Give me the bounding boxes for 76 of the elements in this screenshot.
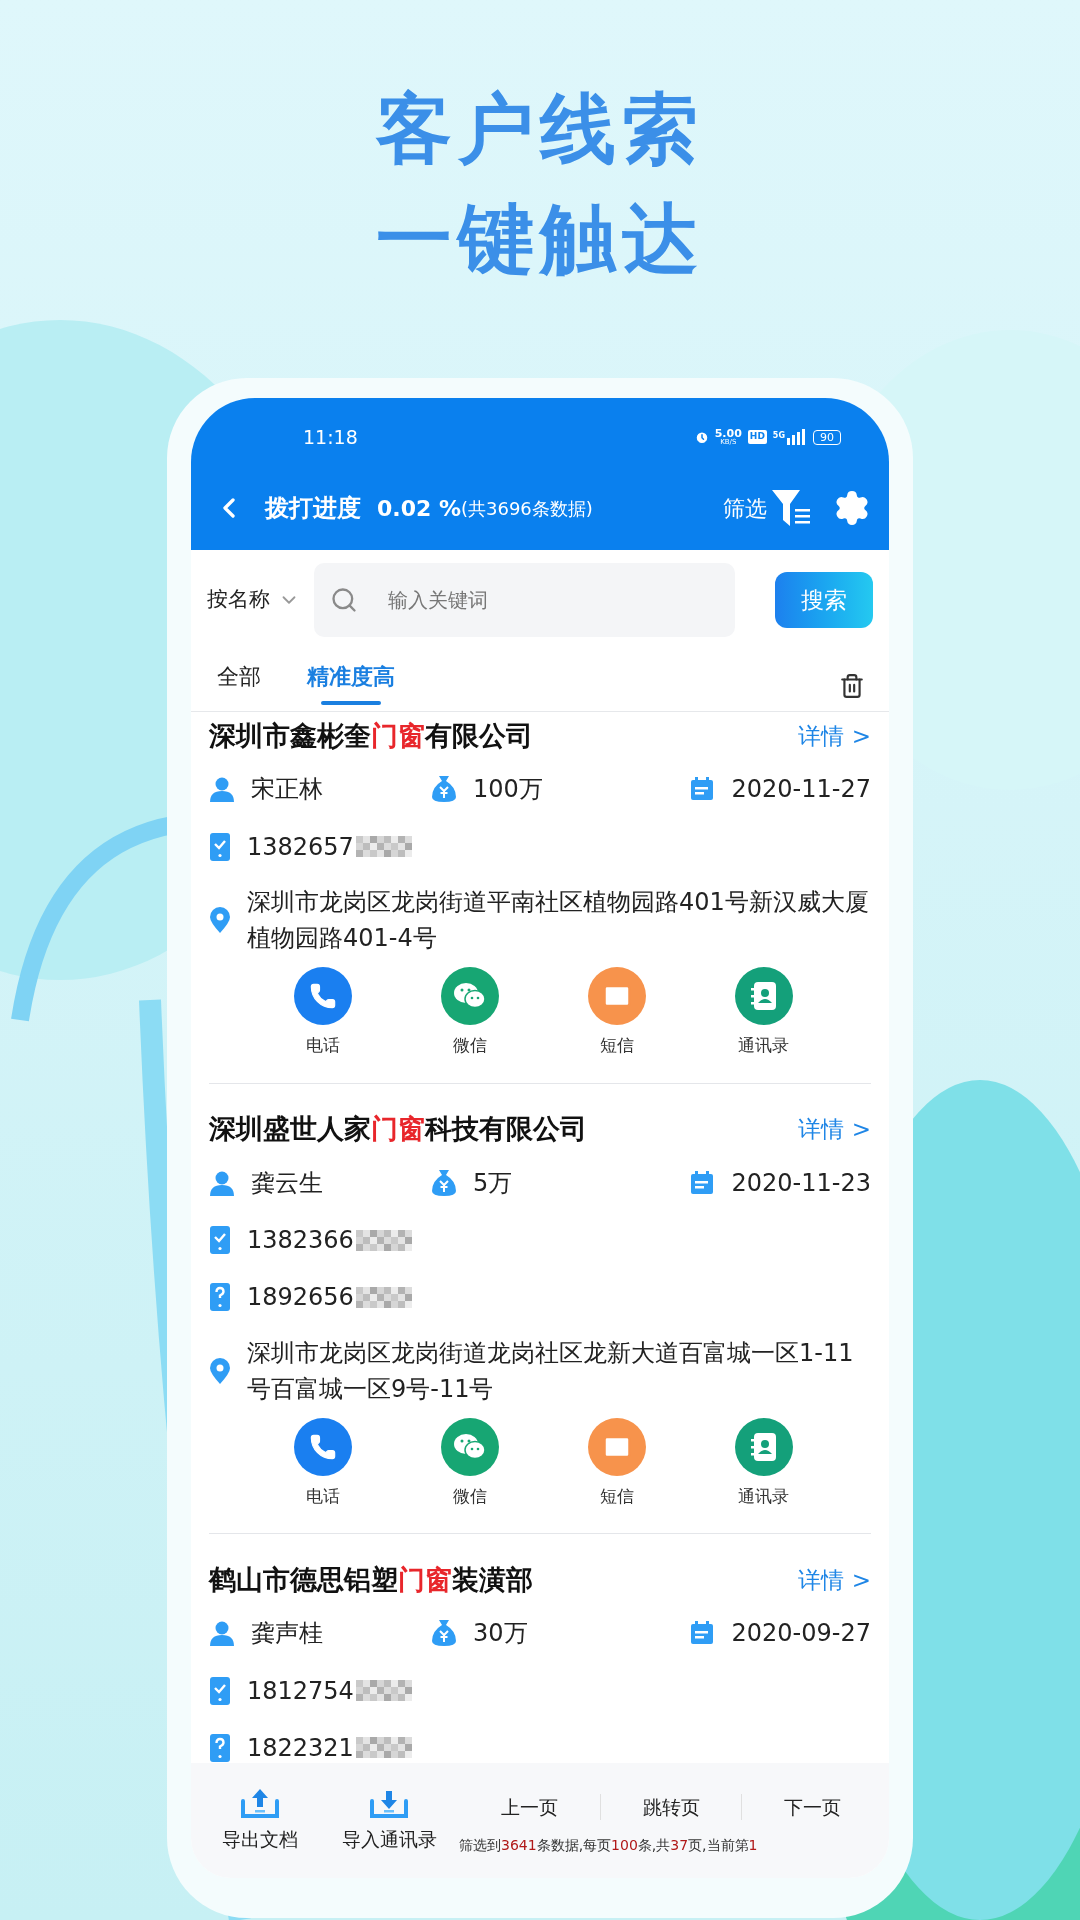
company-name: 鹤山市德思铝塑门窗装潢部 [209, 1562, 533, 1597]
location-pin-icon [209, 1356, 231, 1385]
person-icon [209, 1169, 235, 1196]
filter-tab[interactable]: 全部 [209, 660, 269, 711]
calendar-icon [689, 1170, 714, 1195]
detail-link[interactable]: 详情 > [798, 1112, 871, 1147]
date-text: 2020-11-23 [731, 1167, 871, 1199]
address-text: 深圳市龙岗区龙岗街道平南社区植物园路401号新汉威大厦植物园路401-4号 [247, 887, 870, 954]
contact-action-button[interactable]: 通讯录 [690, 967, 837, 1059]
capital-value: 5万 [473, 1167, 513, 1199]
company-name: 深圳市鑫彬奎门窗有限公司 [209, 718, 533, 753]
filter-icon [771, 488, 813, 528]
status-time: 11:18 [303, 424, 358, 450]
date-text: 2020-11-27 [731, 774, 871, 805]
capital-value: 100万 [473, 774, 543, 805]
pagination-summary: 筛选到3641条数据,每页100条,共37页,当前第1 [459, 1836, 759, 1855]
contact-action-button[interactable]: 短信 [543, 967, 690, 1059]
battery-indicator: 90 [813, 429, 841, 445]
hd-badge: HD [747, 430, 767, 444]
contact-name: 龚云生 [251, 1167, 323, 1199]
pixelated-mask [355, 1737, 412, 1758]
pixelated-mask [355, 836, 412, 857]
trash-icon[interactable] [839, 673, 865, 699]
contact-action-button[interactable]: 通讯录 [690, 1417, 837, 1509]
total-count: (共3696条数据) [461, 496, 593, 521]
calendar-icon [689, 777, 714, 801]
address-text: 深圳市龙岗区龙岗街道龙岗社区龙新大道百富城一区1-11号百富城一区9号-11号 [247, 1337, 855, 1405]
phone-number: 1822321 [247, 1732, 354, 1763]
contact-name: 宋正林 [251, 774, 323, 805]
calendar-icon [689, 1621, 714, 1645]
export-button[interactable]: 导出文档 [201, 1763, 319, 1878]
signal-icon [787, 429, 805, 445]
search-icon [330, 586, 358, 614]
company-name: 深圳盛世人家门窗科技有限公司 [209, 1112, 587, 1147]
previous-page-button[interactable]: 上一页 [459, 1792, 600, 1822]
detail-link[interactable]: 详情 > [798, 718, 871, 754]
phone-check-icon [209, 1675, 231, 1706]
pixelated-mask [355, 1286, 412, 1308]
phone-number: 1382366 [247, 1225, 354, 1256]
money-bag-icon [431, 1619, 457, 1647]
detail-link[interactable]: 详情 > [798, 1562, 871, 1598]
headline-text: 一键触达 [376, 193, 704, 285]
phone-number: 1892656 [247, 1282, 354, 1313]
net-speed: 5.00 [714, 428, 742, 439]
contact-action-button[interactable]: 微信 [396, 967, 543, 1059]
location-pin-icon [209, 906, 231, 934]
pixelated-mask [355, 1229, 412, 1251]
money-bag-icon [431, 775, 457, 803]
pixelated-mask [355, 1680, 412, 1701]
filter-tab[interactable]: 精准度高 [307, 660, 395, 711]
jump-page-button[interactable]: 跳转页 [600, 1792, 742, 1822]
phone-question-icon [209, 1282, 231, 1312]
phone-number: 1382657 [247, 831, 354, 863]
next-page-button[interactable]: 下一页 [742, 1792, 883, 1822]
import-button[interactable]: 导入通讯录 [319, 1763, 459, 1878]
contact-action-button[interactable]: 短信 [543, 1417, 690, 1509]
phone-check-icon [209, 831, 231, 862]
progress-value: 0.02 % [377, 494, 461, 523]
search-type-dropdown[interactable]: 按名称 [207, 584, 300, 616]
capital-value: 30万 [473, 1618, 528, 1649]
contact-action-button[interactable]: 电话 [249, 1417, 396, 1509]
date-text: 2020-09-27 [731, 1618, 871, 1649]
progress-title: 拨打进度 [265, 493, 361, 524]
phone-check-icon [209, 1225, 231, 1255]
headline-text: 客户线索 [376, 83, 704, 175]
person-icon [209, 1620, 235, 1646]
person-icon [209, 776, 235, 802]
contact-name: 龚声桂 [251, 1618, 323, 1649]
contact-action-button[interactable]: 微信 [396, 1417, 543, 1509]
filter-button[interactable]: 筛选 [723, 488, 813, 528]
upload-tray-icon [240, 1787, 280, 1820]
phone-number: 1812754 [247, 1675, 354, 1707]
search-field[interactable]: 输入关键词 [314, 563, 735, 637]
money-bag-icon [431, 1168, 457, 1197]
network-label: 5G [772, 430, 785, 442]
contact-action-button[interactable]: 电话 [249, 967, 396, 1059]
